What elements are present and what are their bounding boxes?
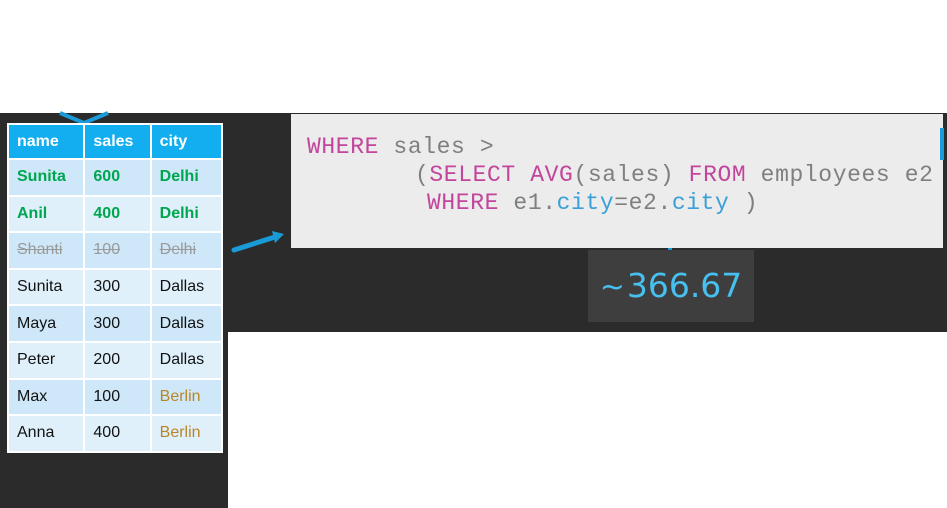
cell-name: Shanti bbox=[9, 233, 84, 268]
table-row: Anna 400 Berlin bbox=[9, 416, 221, 451]
slide-stage: name sales city Sunita 600 Delhi Anil 40… bbox=[0, 0, 947, 508]
cell-city: Dallas bbox=[151, 269, 221, 305]
code-keyword-select: SELECT bbox=[429, 162, 516, 188]
cell-city: Berlin bbox=[151, 416, 221, 451]
table-to-code-arrow bbox=[231, 233, 281, 253]
table-header-row: name sales city bbox=[9, 125, 221, 158]
table-row: Shanti 100 Delhi bbox=[9, 233, 221, 268]
cell-sales: 300 bbox=[85, 269, 150, 305]
table-top-connector bbox=[59, 111, 109, 126]
cell-sales: 100 bbox=[85, 233, 150, 268]
approx-symbol: ~ bbox=[599, 270, 625, 305]
cell-city: Delhi bbox=[151, 233, 221, 268]
cell-name: Anil bbox=[9, 196, 84, 232]
code-text: sales > bbox=[379, 134, 495, 160]
cell-name: Maya bbox=[9, 306, 84, 341]
table-row: Max 100 Berlin bbox=[9, 379, 221, 415]
table-row: Anil 400 Delhi bbox=[9, 196, 221, 232]
table-row: Sunita 600 Delhi bbox=[9, 160, 221, 195]
code-keyword-where: WHERE bbox=[307, 134, 380, 160]
cell-sales: 300 bbox=[85, 306, 150, 341]
code-keyword-where: WHERE bbox=[427, 190, 500, 216]
code-text: ) bbox=[729, 190, 759, 216]
sql-code-panel: WHERE sales > (SELECT AVG(sales) FROM em… bbox=[291, 114, 943, 248]
cell-sales: 200 bbox=[85, 342, 150, 378]
code-text: e1. bbox=[499, 190, 557, 216]
code-keyword-from: FROM bbox=[688, 162, 747, 188]
cell-city: Berlin bbox=[151, 379, 221, 415]
code-line-1: WHERE sales > bbox=[307, 134, 494, 160]
cell-name: Peter bbox=[9, 342, 84, 378]
code-column-city: city bbox=[671, 190, 730, 216]
table-row: Maya 300 Dallas bbox=[9, 306, 221, 341]
result-value: 366.67 bbox=[626, 266, 743, 305]
code-text: (sales) bbox=[573, 162, 689, 188]
cell-sales: 400 bbox=[85, 416, 150, 451]
cell-name: Sunita bbox=[9, 160, 84, 195]
cell-city: Dallas bbox=[151, 342, 221, 378]
cell-sales: 400 bbox=[85, 196, 150, 232]
cell-sales: 600 bbox=[85, 160, 150, 195]
code-line-3: WHERE e1.city=e2.city ) bbox=[427, 190, 758, 216]
code-function-avg: AVG bbox=[530, 162, 574, 188]
header-city: city bbox=[151, 125, 221, 158]
cell-name: Sunita bbox=[9, 269, 84, 305]
code-accent-bar bbox=[940, 128, 944, 160]
cell-city: Delhi bbox=[151, 196, 221, 232]
cell-name: Anna bbox=[9, 416, 84, 451]
header-sales: sales bbox=[85, 125, 150, 158]
code-column-city: city bbox=[556, 190, 615, 216]
cell-city: Delhi bbox=[151, 160, 221, 195]
employees-table: name sales city Sunita 600 Delhi Anil 40… bbox=[7, 123, 223, 453]
table-row: Sunita 300 Dallas bbox=[9, 269, 221, 305]
arrow-head bbox=[272, 231, 284, 243]
code-text: employees e2 bbox=[746, 162, 934, 188]
code-line-2: (SELECT AVG(sales) FROM employees e2 bbox=[415, 162, 934, 188]
subquery-result-box: ~366.67 bbox=[588, 250, 754, 322]
table-row: Peter 200 Dallas bbox=[9, 342, 221, 378]
cell-sales: 100 bbox=[85, 379, 150, 415]
code-paren: ( bbox=[415, 162, 430, 188]
cell-city: Dallas bbox=[151, 306, 221, 341]
code-text: =e2. bbox=[614, 190, 672, 216]
cell-name: Max bbox=[9, 379, 84, 415]
header-name: name bbox=[9, 125, 84, 158]
